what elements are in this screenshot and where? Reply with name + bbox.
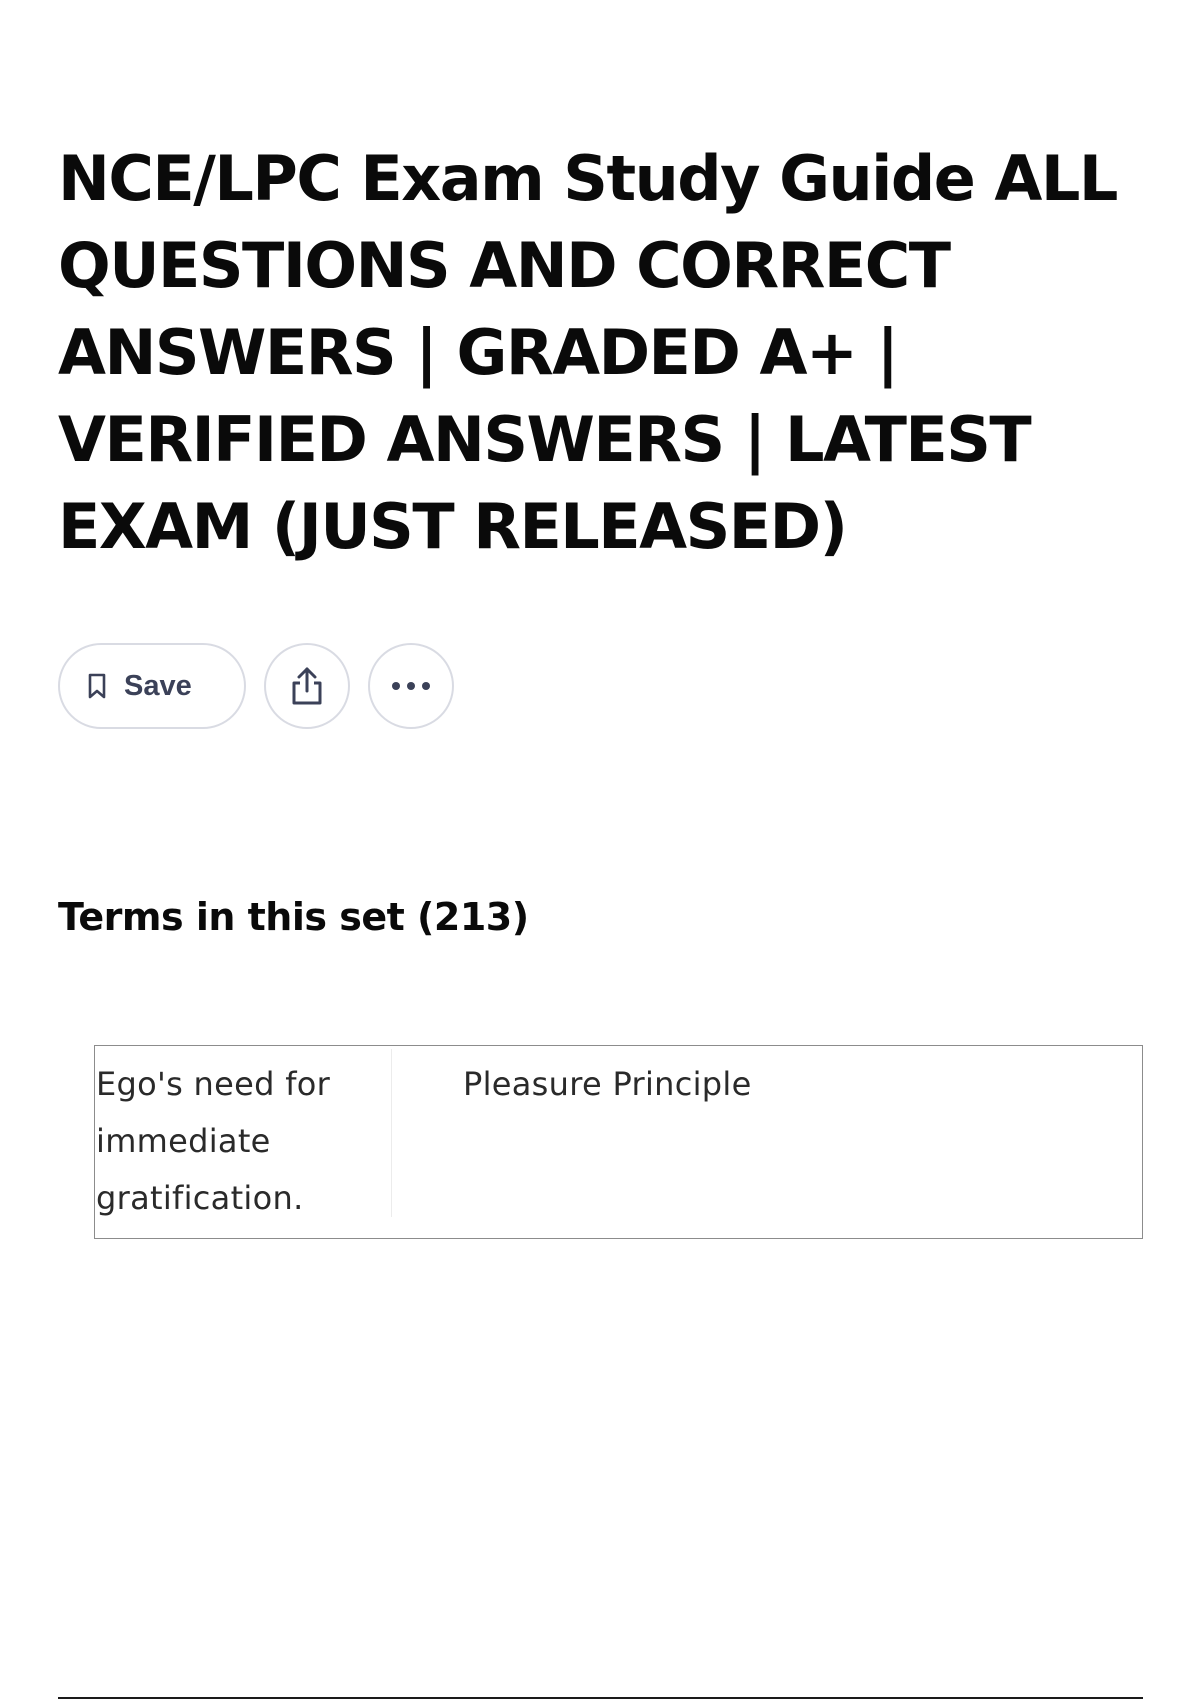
term-divider: [391, 1049, 392, 1217]
bottom-divider: [58, 1697, 1143, 1699]
share-icon: [289, 665, 325, 707]
bookmark-icon: [86, 672, 108, 700]
action-bar: Save: [58, 643, 454, 729]
term-text: Ego's need for immediate gratification.: [96, 1065, 331, 1217]
terms-heading: Terms in this set (213): [58, 895, 529, 939]
more-horizontal-icon: [390, 681, 432, 691]
more-options-button[interactable]: [368, 643, 454, 729]
save-label: Save: [124, 669, 192, 702]
save-button[interactable]: Save: [58, 643, 246, 729]
definition-text: Pleasure Principle: [463, 1065, 752, 1103]
page-title: NCE/LPC Exam Study Guide ALL QUESTIONS A…: [58, 142, 1118, 563]
term-card[interactable]: Ego's need for immediate gratification. …: [94, 1045, 1143, 1239]
share-button[interactable]: [264, 643, 350, 729]
